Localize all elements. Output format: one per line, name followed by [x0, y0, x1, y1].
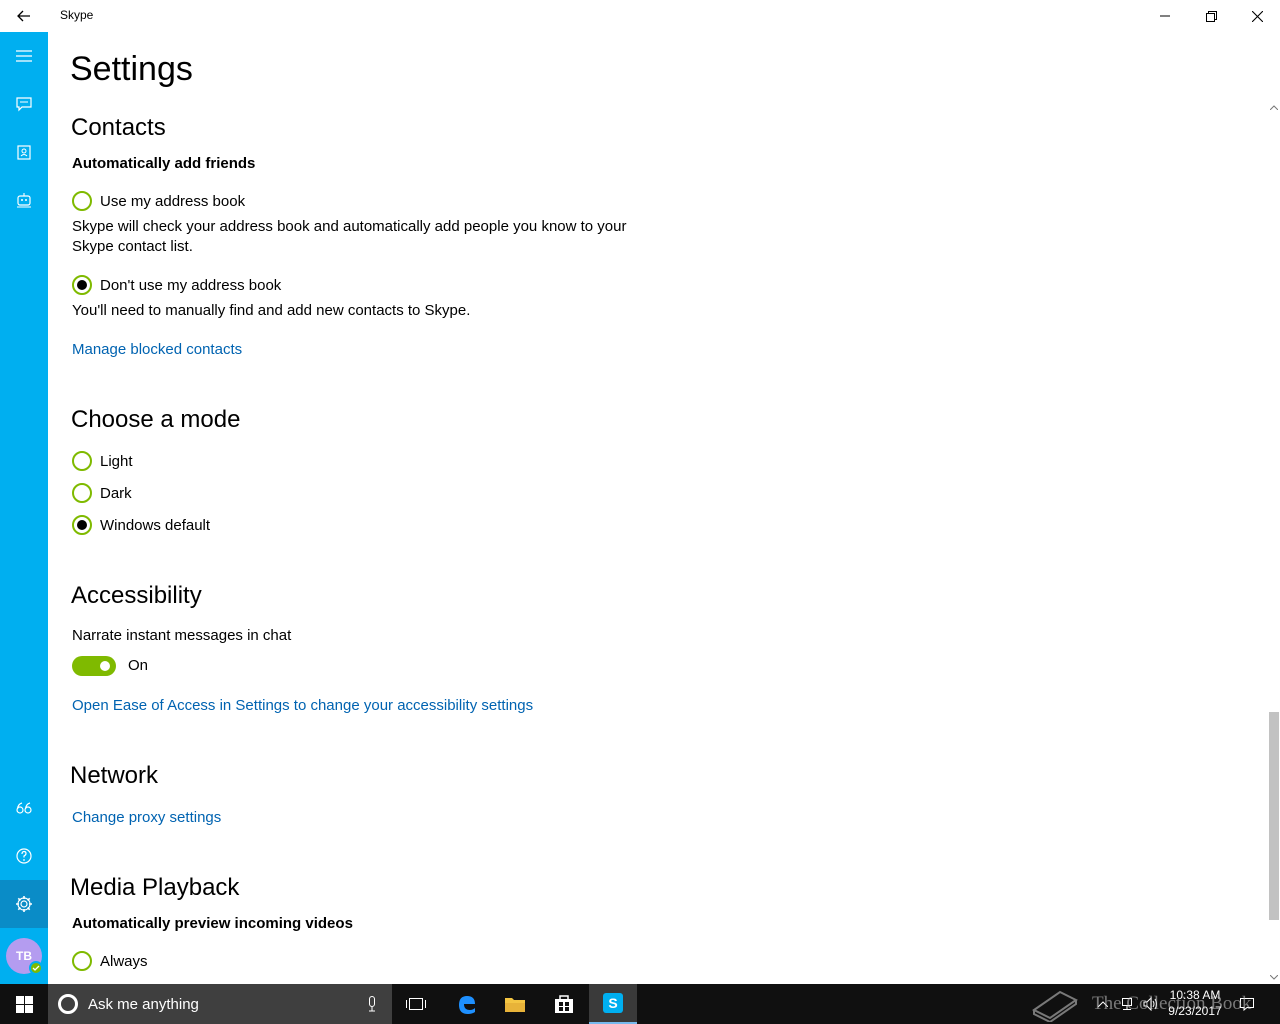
- close-icon: [1251, 10, 1263, 22]
- close-button[interactable]: [1234, 0, 1280, 32]
- auto-add-friends-label: Automatically add friends: [72, 155, 256, 172]
- title-bar: Skype: [0, 0, 1280, 32]
- back-button[interactable]: [8, 4, 40, 28]
- bot-icon: [17, 193, 31, 208]
- gear-icon: [16, 896, 32, 912]
- manage-blocked-contacts-link[interactable]: Manage blocked contacts: [72, 341, 242, 358]
- settings-content: Settings Contacts Automatically add frie…: [48, 32, 1268, 984]
- file-explorer-button[interactable]: [491, 984, 539, 1024]
- store-button[interactable]: [540, 984, 588, 1024]
- dont-use-address-book-description: You'll need to manually find and add new…: [72, 302, 471, 319]
- minimize-button[interactable]: [1142, 0, 1188, 32]
- edge-browser-icon: [459, 996, 475, 1014]
- minimize-icon: [1160, 15, 1170, 17]
- back-arrow-icon: [17, 10, 30, 22]
- radio-dont-use-address-book[interactable]: Don't use my address book: [72, 275, 281, 295]
- restore-icon: [1205, 10, 1217, 22]
- change-proxy-settings-link[interactable]: Change proxy settings: [72, 809, 221, 826]
- edge-browser-button[interactable]: [443, 984, 491, 1024]
- svg-text:S: S: [608, 995, 617, 1011]
- cortana-icon: [58, 994, 78, 1014]
- microphone-icon: [369, 996, 375, 1012]
- contacts-book-icon: [17, 144, 31, 160]
- navigation-rail: [0, 32, 48, 984]
- bots-button[interactable]: [0, 176, 48, 224]
- radio-label: Light: [100, 452, 133, 470]
- restore-button[interactable]: [1188, 0, 1234, 32]
- feedback-button[interactable]: [0, 784, 48, 832]
- contacts-button[interactable]: [0, 128, 48, 176]
- help-icon: [16, 848, 32, 864]
- radio-circle[interactable]: [72, 515, 92, 535]
- settings-button[interactable]: [0, 880, 48, 928]
- radio-label: Windows default: [100, 516, 211, 534]
- hamburger-icon: [16, 50, 32, 62]
- radio-label: Always: [100, 952, 148, 970]
- toggle-knob: [100, 661, 110, 671]
- radio-mode-light[interactable]: Light: [72, 451, 133, 471]
- task-view-button[interactable]: [392, 984, 440, 1024]
- presence-status-badge: [29, 961, 43, 975]
- search-placeholder: Ask me anything: [88, 996, 199, 1013]
- task-view-icon: [406, 998, 426, 1010]
- checkmark-icon: [32, 965, 40, 971]
- microphone-button[interactable]: [364, 994, 380, 1014]
- hamburger-menu-button[interactable]: [0, 32, 48, 80]
- radio-label: Dark: [100, 484, 132, 502]
- radio-circle[interactable]: [72, 483, 92, 503]
- toggle-state-label: On: [128, 657, 149, 674]
- use-address-book-description: Skype will check your address book and a…: [72, 218, 627, 255]
- start-button[interactable]: [0, 984, 48, 1024]
- radio-preview-always[interactable]: Always: [72, 951, 148, 971]
- vertical-scrollbar[interactable]: [1268, 100, 1280, 984]
- help-button[interactable]: [0, 832, 48, 880]
- scrollbar-thumb[interactable]: [1269, 712, 1279, 920]
- skype-logo-icon: S: [603, 993, 623, 1013]
- chevron-down-icon: [1270, 974, 1278, 980]
- avatar-initials: TB: [16, 949, 32, 963]
- chevron-up-icon: [1270, 104, 1278, 110]
- watermark: The Collection Book: [1030, 986, 1251, 1022]
- narrate-messages-label: Narrate instant messages in chat: [72, 627, 292, 644]
- network-heading: Network: [70, 762, 159, 789]
- watermark-text: The Collection Book: [1092, 993, 1252, 1014]
- scroll-up-button[interactable]: [1268, 100, 1280, 114]
- accessibility-heading: Accessibility: [71, 582, 202, 609]
- taskbar-search-box[interactable]: Ask me anything: [48, 984, 392, 1024]
- book-logo-icon: [1032, 990, 1078, 1022]
- radio-selected-dot: [77, 520, 87, 530]
- contacts-heading: Contacts: [71, 114, 166, 141]
- preview-videos-label: Automatically preview incoming videos: [72, 915, 353, 932]
- radio-label: Don't use my address book: [100, 276, 282, 294]
- radio-circle[interactable]: [72, 275, 92, 295]
- radio-use-address-book[interactable]: Use my address book: [72, 191, 245, 211]
- scroll-down-button[interactable]: [1268, 970, 1280, 984]
- folder-icon: [505, 998, 525, 1012]
- radio-circle[interactable]: [72, 951, 92, 971]
- windows-logo-icon: [15, 995, 33, 1013]
- radio-mode-windows-default[interactable]: Windows default: [72, 515, 210, 535]
- recent-chats-button[interactable]: [0, 80, 48, 128]
- radio-label: Use my address book: [100, 192, 246, 210]
- media-playback-heading: Media Playback: [70, 874, 240, 901]
- radio-selected-dot: [77, 280, 87, 290]
- radio-circle[interactable]: [72, 451, 92, 471]
- radio-circle[interactable]: [72, 191, 92, 211]
- page-title: Settings: [70, 50, 193, 88]
- quote-icon: [16, 802, 32, 814]
- store-bag-icon: [555, 995, 573, 1013]
- window-title: Skype: [60, 8, 94, 22]
- choose-mode-heading: Choose a mode: [71, 406, 241, 433]
- radio-mode-dark[interactable]: Dark: [72, 483, 132, 503]
- narrate-messages-toggle[interactable]: [72, 656, 116, 676]
- chat-icon: [16, 96, 32, 111]
- ease-of-access-link[interactable]: Open Ease of Access in Settings to chang…: [72, 697, 533, 714]
- skype-taskbar-button[interactable]: S: [589, 984, 637, 1024]
